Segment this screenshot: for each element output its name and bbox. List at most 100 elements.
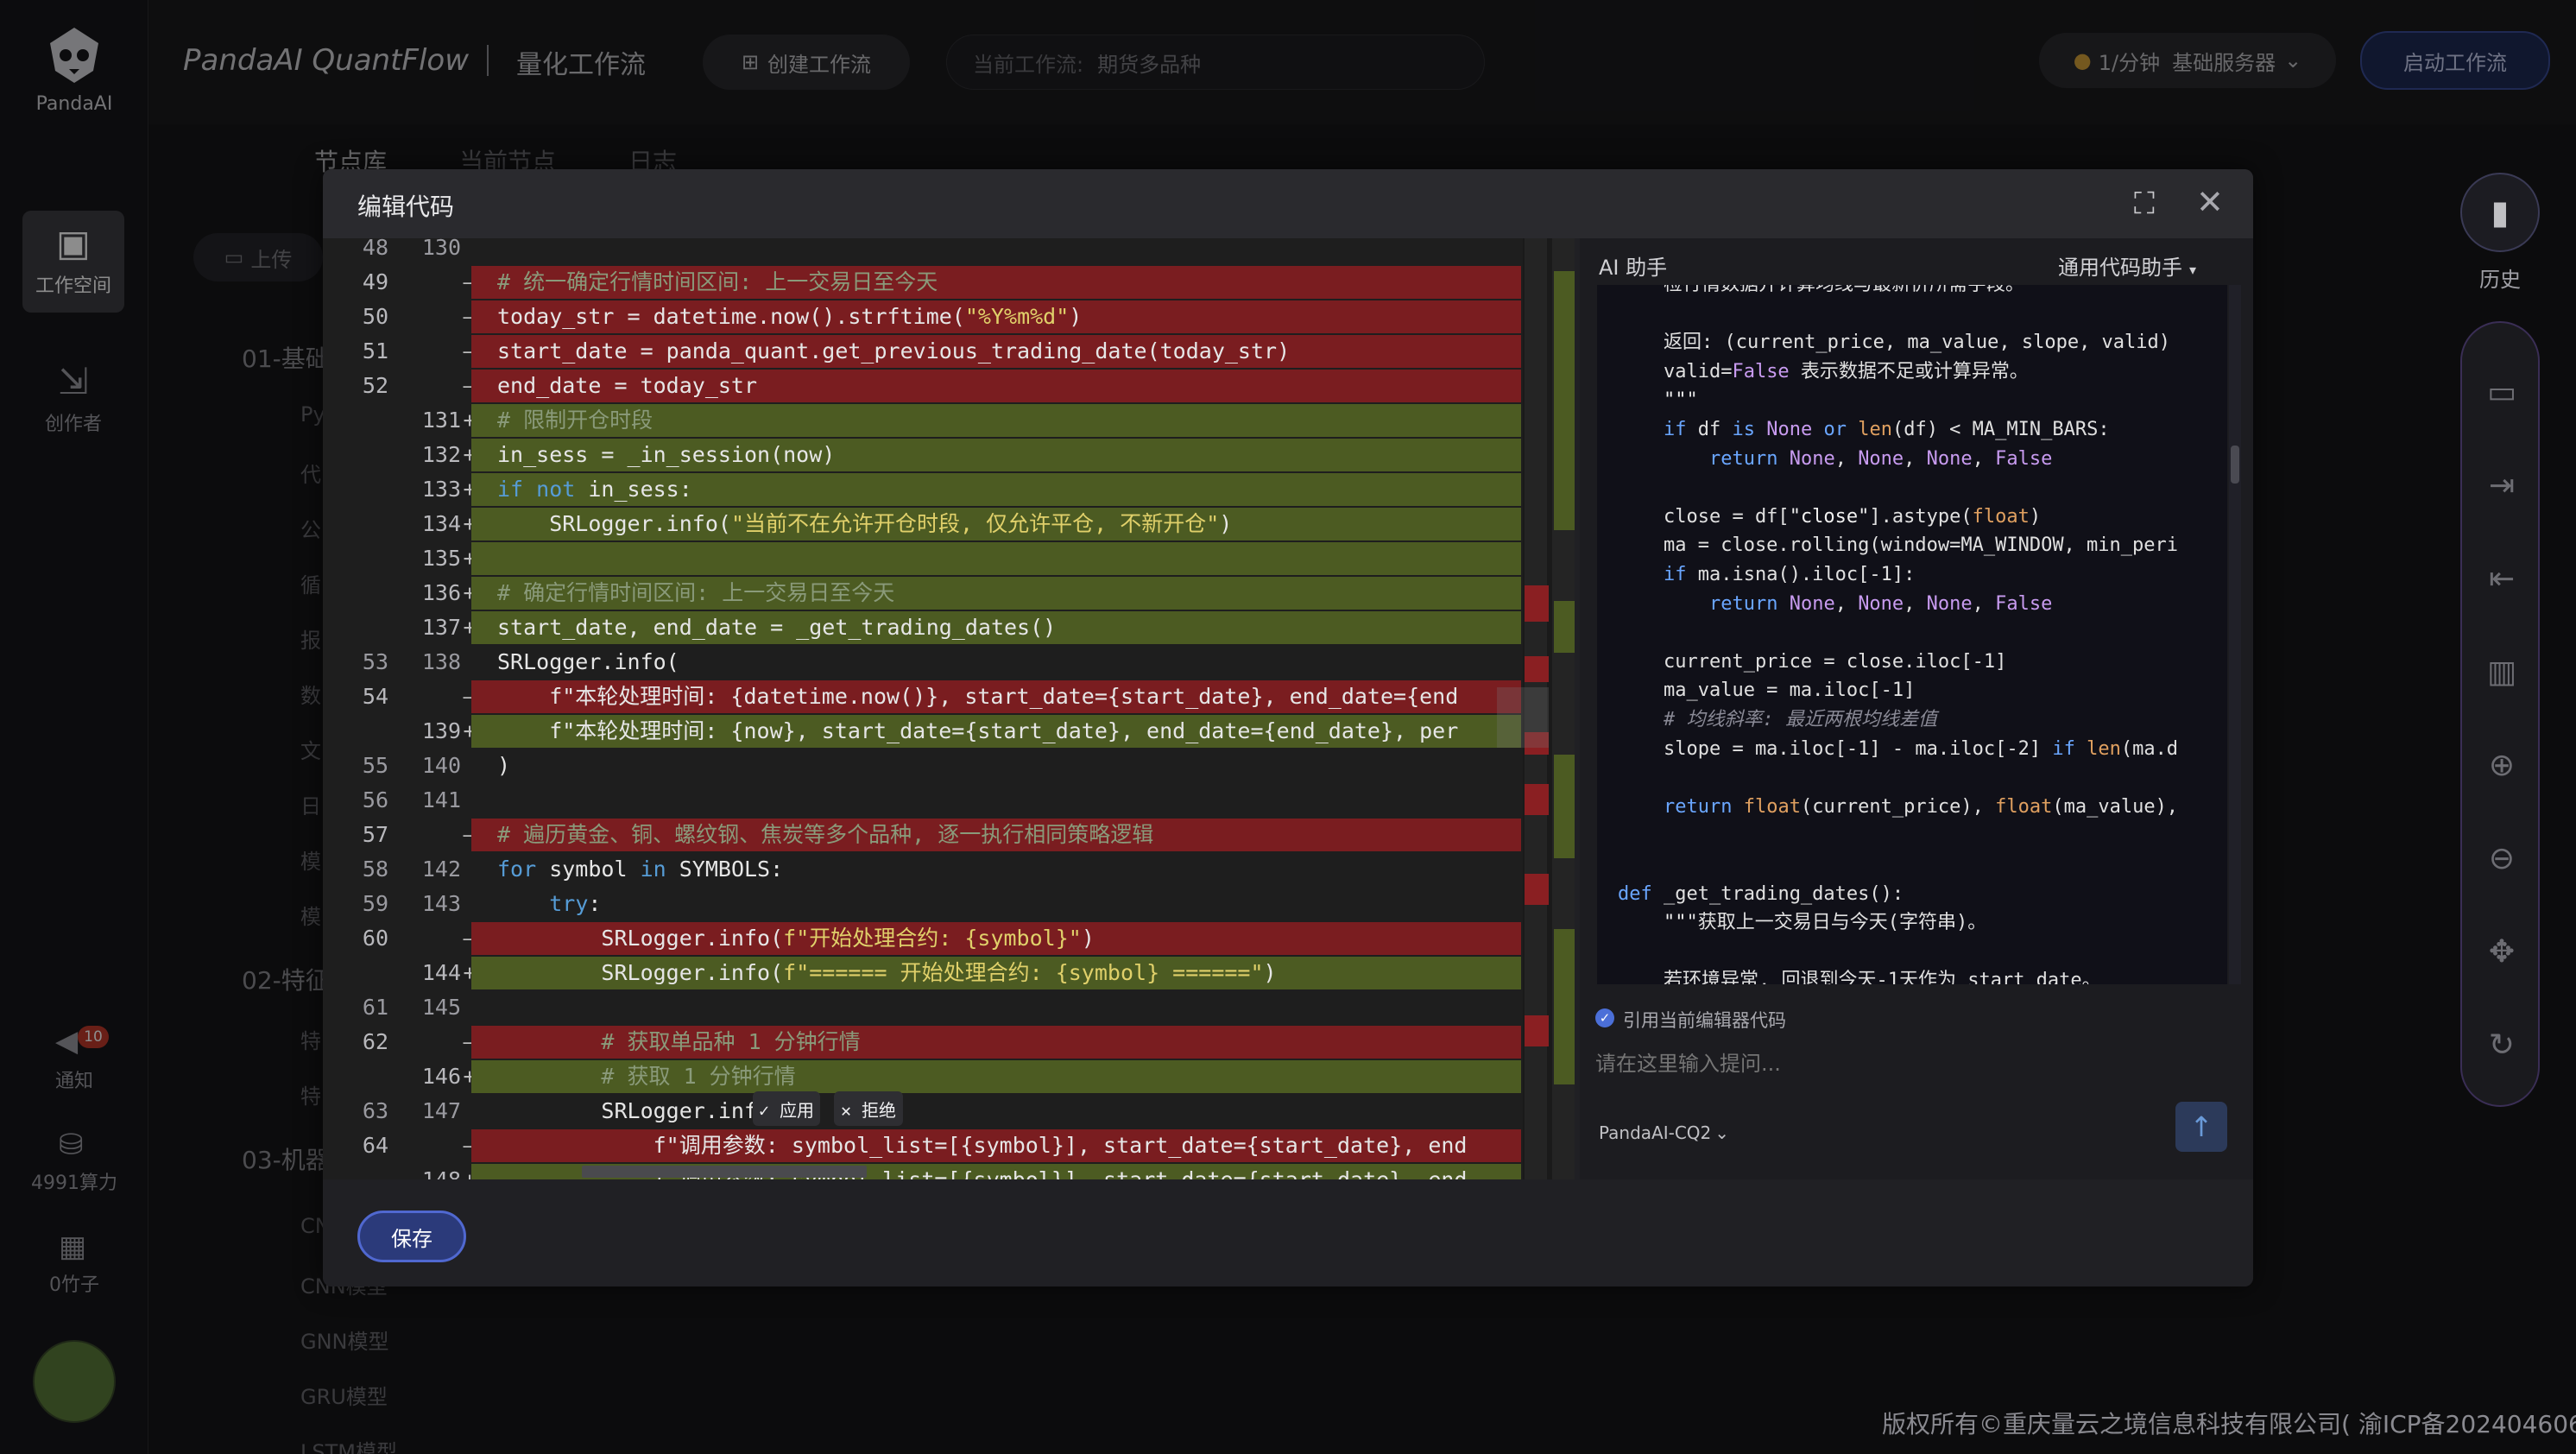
- new-line-number: 141: [421, 787, 461, 812]
- export-icon[interactable]: ⇥: [2460, 444, 2543, 527]
- zoom-out-icon[interactable]: ⊖: [2460, 817, 2543, 900]
- new-line-number: 135: [421, 546, 461, 571]
- diff-line[interactable]: 56 141: [323, 784, 1521, 817]
- modal-title: 编辑代码: [357, 193, 455, 221]
- old-line-number: 60: [362, 926, 388, 951]
- ai-code-line: slope = ma.iloc[-1] - ma.iloc[-2] if len…: [1618, 737, 2179, 760]
- ai-scrollbar-thumb[interactable]: [2231, 446, 2239, 484]
- apply-button[interactable]: ✓ 应用: [753, 1091, 820, 1126]
- fullscreen-icon[interactable]: ⛶: [2134, 186, 2155, 221]
- diff-line-deleted[interactable]: 49— # 统一确定行情时间区间: 上一交易日至今天: [323, 266, 1521, 299]
- diff-line-added[interactable]: 134 + SRLogger.info("当前不在允许开仓时段, 仅允许平仓, 不…: [323, 508, 1521, 541]
- diff-line-added[interactable]: 132 + in_sess = _in_session(now): [323, 439, 1521, 471]
- diff-line[interactable]: 63 147 SRLogger.info(: [323, 1095, 1521, 1128]
- move-icon[interactable]: ✥: [2460, 910, 2543, 993]
- right-toolbar: ▮ 历史 ▭ ⇥ ⇤ ▥ ⊕ ⊖ ✥ ↻: [2460, 169, 2543, 1119]
- save-icon[interactable]: ▭: [2460, 351, 2543, 433]
- old-line-number: 58: [362, 857, 388, 882]
- diff-line-deleted[interactable]: 62— # 获取单品种 1 分钟行情: [323, 1026, 1521, 1059]
- minimap-add-block: [1554, 755, 1575, 858]
- history-label: 历史: [2479, 268, 2521, 292]
- ai-code-line: if df is None or len(df) < MA_MIN_BARS:: [1663, 419, 2110, 440]
- ai-mode-select[interactable]: 通用代码助手 ▾: [2058, 250, 2196, 281]
- new-line-number: 147: [421, 1098, 461, 1123]
- ref-code-checkbox[interactable]: ✓: [1595, 1008, 1614, 1027]
- model-select[interactable]: PandaAI-CQ2 ⌄: [1599, 1122, 1729, 1143]
- send-button[interactable]: ↑: [2175, 1102, 2227, 1152]
- new-line-number: 133: [421, 477, 461, 502]
- zoom-in-icon[interactable]: ⊕: [2460, 724, 2543, 806]
- import-icon[interactable]: ⇤: [2460, 537, 2543, 620]
- diff-line[interactable]: 48 130: [323, 238, 1521, 264]
- refresh-icon[interactable]: ↻: [2460, 1003, 2543, 1086]
- minimap-del-block: [1525, 585, 1549, 622]
- ai-question-input[interactable]: [1595, 1045, 2234, 1083]
- old-line-number: 49: [362, 269, 388, 294]
- minimap-del-block: [1525, 656, 1549, 682]
- diff-line-added[interactable]: 144 + SRLogger.info(f"====== 开始处理合约: {sym…: [323, 957, 1521, 989]
- old-line-number: 54: [362, 684, 388, 709]
- caret-down-icon: ▾: [2189, 262, 2197, 278]
- diff-line-deleted[interactable]: 57— # 遍历黄金、铜、螺纹钢、焦炭等多个品种, 逐一执行相同策略逻辑: [323, 819, 1521, 851]
- old-line-number: 53: [362, 649, 388, 674]
- code-text: # 获取 1 分钟行情: [471, 1060, 1521, 1093]
- diff-line-added[interactable]: 137 + start_date, end_date = _get_trading_…: [323, 611, 1521, 644]
- ai-code-line: current_price = close.iloc[-1]: [1618, 650, 2007, 673]
- code-text: SRLogger.info(f"开始处理合约: {symbol}"): [471, 922, 1521, 955]
- diff-line[interactable]: 58 142 for symbol in SYMBOLS:: [323, 853, 1521, 886]
- diff-line-deleted[interactable]: 64— f"调用参数: symbol_list=[{symbol}], star…: [323, 1129, 1521, 1162]
- diff-line-deleted[interactable]: 60— SRLogger.info(f"开始处理合约: {symbol}"): [323, 922, 1521, 955]
- code-text: # 遍历黄金、铜、螺纹钢、焦炭等多个品种, 逐一执行相同策略逻辑: [471, 819, 1521, 851]
- old-line-number: 56: [362, 787, 388, 812]
- diff-line-deleted[interactable]: 51— start_date = panda_quant.get_previous…: [323, 335, 1521, 368]
- new-line-number: 143: [421, 891, 461, 916]
- code-text: # 限制开仓时段: [471, 404, 1521, 437]
- diff-line-added[interactable]: 139 + f"本轮处理时间: {now}, start_date={start_…: [323, 715, 1521, 748]
- ai-title: AI 助手: [1599, 256, 1668, 280]
- diff-line[interactable]: 61 145: [323, 991, 1521, 1024]
- diff-line-added[interactable]: 135 +: [323, 542, 1521, 575]
- code-text: ): [497, 753, 511, 778]
- diff-minimap[interactable]: [1497, 238, 1575, 1179]
- diff-line-added[interactable]: 136 + # 确定行情时间区间: 上一交易日至今天: [323, 577, 1521, 610]
- new-line-number: 148: [395, 1164, 461, 1179]
- code-text: # 获取单品种 1 分钟行情: [471, 1026, 1521, 1059]
- minimap-del-block: [1525, 784, 1549, 815]
- code-text: for symbol in SYMBOLS:: [497, 857, 784, 882]
- ai-response-code[interactable]: 检行情数据并计算均线与最新价所需字段。 返回: (current_price, …: [1597, 285, 2227, 984]
- diff-line-added[interactable]: 131 + # 限制开仓时段: [323, 404, 1521, 437]
- code-text: SRLogger.info("当前不在允许开仓时段, 仅允许平仓, 不新开仓"): [471, 508, 1521, 541]
- trash-icon[interactable]: ▥: [2460, 630, 2543, 713]
- diff-line-deleted[interactable]: 54— f"本轮处理时间: {datetime.now()}, start_da…: [323, 680, 1521, 713]
- horizontal-scrollbar[interactable]: [582, 1166, 867, 1178]
- ref-code-label: 引用当前编辑器代码: [1623, 1010, 1786, 1031]
- diff-line[interactable]: 53 138 SRLogger.info(: [323, 646, 1521, 679]
- diff-line-deleted[interactable]: 50— today_str = datetime.now().strftime("…: [323, 300, 1521, 333]
- new-line-number: 134: [421, 511, 461, 536]
- ai-code-line: ma = close.rolling(window=MA_WINDOW, min…: [1618, 534, 2179, 557]
- new-line-number: 138: [421, 649, 461, 674]
- old-line-number: 55: [362, 753, 388, 778]
- history-button[interactable]: ▮: [2460, 173, 2540, 252]
- ai-assistant-panel: AI 助手 通用代码助手 ▾ 检行情数据并计算均线与最新价所需字段。 返回: (c…: [1580, 238, 2253, 1179]
- close-icon[interactable]: ✕: [2196, 183, 2224, 221]
- old-line-number: 52: [362, 373, 388, 398]
- code-text: SRLogger.info(: [497, 649, 679, 674]
- diff-editor[interactable]: 48 130 49— # 统一确定行情时间区间: 上一交易日至今天 50— today_s…: [323, 238, 1575, 1179]
- code-text: [471, 542, 1521, 575]
- diff-line-deleted[interactable]: 52— end_date = today_str: [323, 370, 1521, 402]
- diff-line-added[interactable]: 146 + # 获取 1 分钟行情: [323, 1060, 1521, 1093]
- diff-line[interactable]: 59 143 try:: [323, 888, 1521, 920]
- diff-line-added[interactable]: 133 + if not in_sess:: [323, 473, 1521, 506]
- code-text: if not in_sess:: [471, 473, 1521, 506]
- minimap-viewport[interactable]: [1497, 687, 1549, 748]
- code-text: f"本轮处理时间: {now}, start_date={start_date}…: [471, 715, 1521, 748]
- bar-chart-icon: ▮: [2491, 193, 2510, 231]
- diff-line-added[interactable]: 148+ f"调用参数: symbol_list=[{symbol}], sta…: [323, 1164, 1521, 1179]
- new-line-number: 139: [421, 718, 461, 743]
- reject-button[interactable]: ✕ 拒绝: [834, 1091, 903, 1126]
- diff-line[interactable]: 55 140): [323, 749, 1521, 782]
- save-button[interactable]: 保存: [357, 1211, 466, 1262]
